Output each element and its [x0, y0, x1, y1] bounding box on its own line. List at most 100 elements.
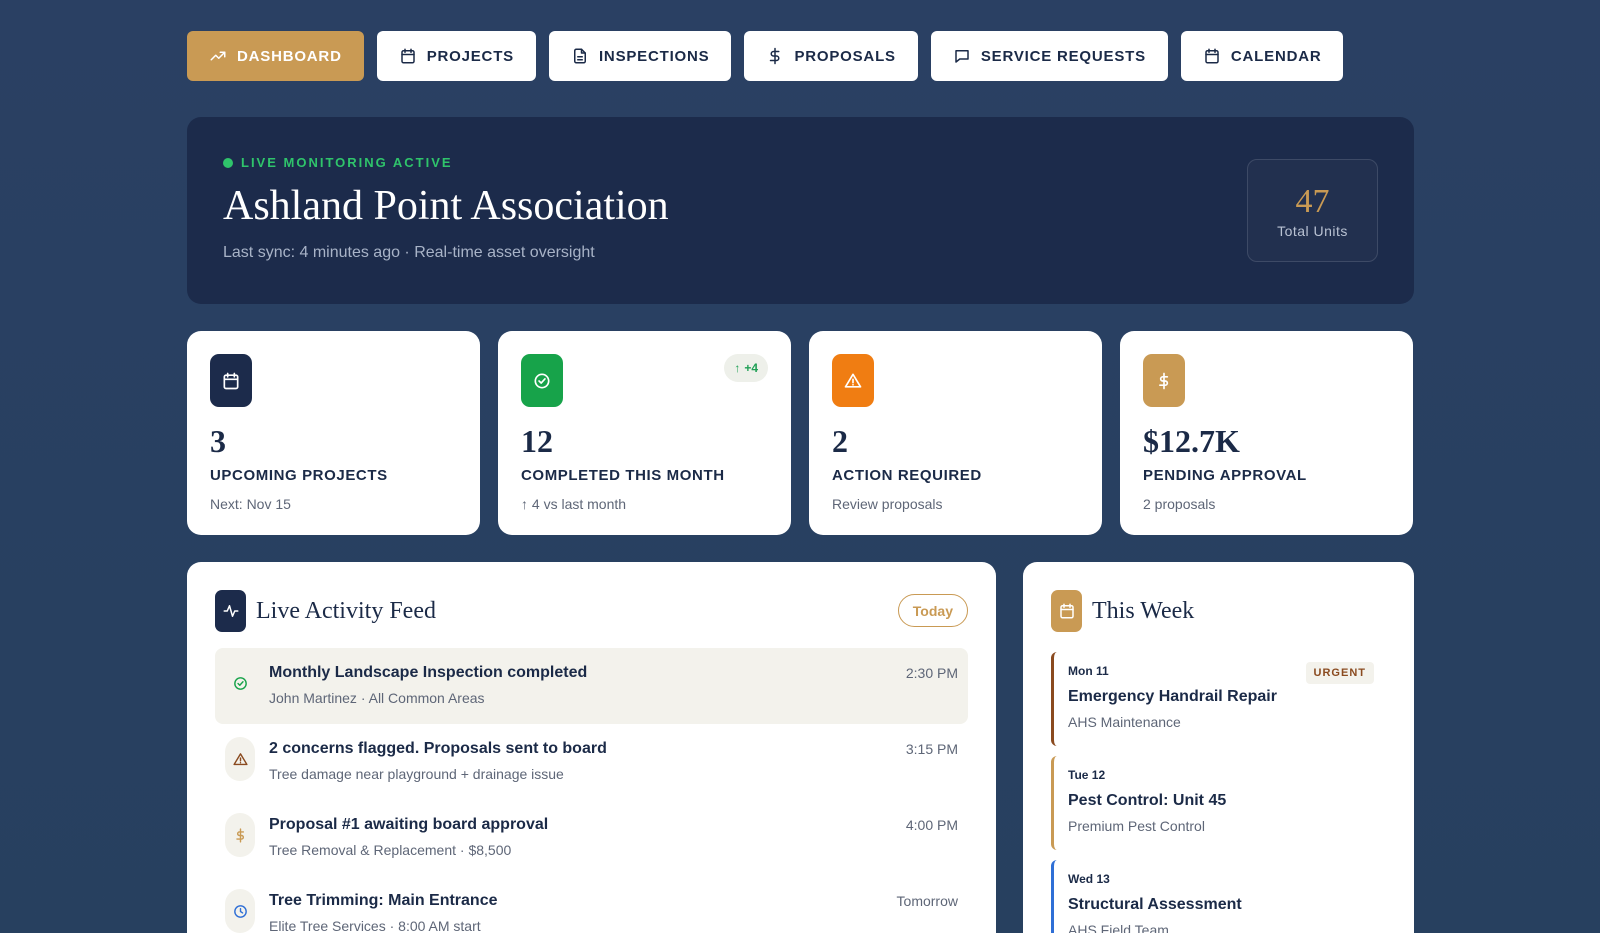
nav-calendar[interactable]: CALENDAR — [1180, 31, 1344, 81]
nav-label: PROPOSALS — [794, 47, 896, 65]
trending-up-icon — [210, 51, 226, 61]
check-circle-icon — [233, 676, 247, 690]
sync-status: Last sync: 4 minutes ago · Real-time ass… — [223, 244, 595, 261]
calendar-icon — [223, 372, 239, 389]
this-week-panel: This Week Mon 11 URGENT Emergency Handra… — [1023, 562, 1414, 933]
nav-inspections[interactable]: INSPECTIONS — [548, 31, 732, 81]
stat-value: 2 — [832, 423, 848, 459]
total-units-value: 47 — [1295, 182, 1330, 220]
feed-item[interactable]: Proposal #1 awaiting board approval Tree… — [215, 800, 968, 876]
panel-header: This Week — [1051, 590, 1386, 632]
feed-item[interactable]: Tree Trimming: Main Entrance Elite Tree … — [215, 876, 968, 933]
warning-icon — [844, 373, 862, 388]
feed-item-text: Proposal #1 awaiting board approval Tree… — [269, 816, 548, 858]
live-status: LIVE MONITORING ACTIVE — [223, 155, 1378, 170]
feed-item-sub: Tree damage near playground + drainage i… — [269, 766, 564, 782]
feed-item-icon — [225, 737, 255, 781]
feed-item-sub: Tree Removal & Replacement · $8,500 — [269, 842, 512, 858]
event-title: Emergency Handrail Repair — [1068, 688, 1277, 705]
week-event[interactable]: Mon 11 URGENT Emergency Handrail Repair … — [1051, 652, 1386, 746]
arrow-up-icon: ↑ — [734, 361, 741, 375]
check-circle-icon — [534, 373, 550, 388]
feed-item-time: 4:00 PM — [905, 817, 958, 833]
feed-item-sub: John Martinez · All Common Areas — [269, 690, 485, 706]
event-sub: Premium Pest Control — [1068, 818, 1205, 834]
week-events: Mon 11 URGENT Emergency Handrail Repair … — [1051, 652, 1386, 933]
nav-label: DASHBOARD — [237, 47, 342, 65]
feed-list: Monthly Landscape Inspection completed J… — [215, 648, 968, 933]
document-icon — [573, 48, 586, 64]
nav-label: PROJECTS — [426, 47, 514, 65]
feed-item-time: 3:15 PM — [905, 741, 958, 757]
nav-service-requests[interactable]: SERVICE REQUESTS — [930, 31, 1168, 81]
trend-badge: ↑ +4 — [724, 354, 768, 382]
stat-label: UPCOMING PROJECTS — [210, 467, 388, 484]
stat-value: 12 — [521, 423, 553, 459]
stat-sub: Next: Nov 15 — [210, 496, 291, 512]
panel-header: Live Activity Feed — [215, 590, 968, 632]
total-units-label: Total Units — [1277, 222, 1348, 239]
nav-label: INSPECTIONS — [598, 47, 710, 65]
feed-item[interactable]: Monthly Landscape Inspection completed J… — [215, 648, 968, 724]
top-nav: DASHBOARD PROJECTS INSPECTIONS PROPOSALS… — [187, 31, 1414, 81]
event-title: Structural Assessment — [1068, 896, 1242, 913]
event-day: Wed 13 — [1068, 872, 1110, 886]
nav-label: SERVICE REQUESTS — [980, 47, 1146, 65]
stat-label: COMPLETED THIS MONTH — [521, 467, 725, 484]
stat-label: PENDING APPROVAL — [1143, 467, 1307, 484]
pulse-icon — [223, 605, 238, 617]
calendar-icon — [1205, 48, 1219, 64]
calendar-icon — [1059, 603, 1074, 619]
feed-item-title: Proposal #1 awaiting board approval — [269, 816, 549, 833]
lower-section: Live Activity Feed Today Monthly Landsca… — [187, 562, 1414, 933]
stat-completed-this-month[interactable]: ↑ +4 12 COMPLETED THIS MONTH ↑ 4 vs last… — [498, 331, 791, 535]
feed-item-text: 2 concerns flagged. Proposals sent to bo… — [269, 740, 607, 782]
feed-item-time: Tomorrow — [896, 893, 958, 909]
nav-proposals[interactable]: PROPOSALS — [744, 31, 918, 81]
stat-action-required[interactable]: 2 ACTION REQUIRED Review proposals — [809, 331, 1102, 535]
page-title: Ashland Point Association — [223, 183, 669, 229]
feed-item-icon — [225, 661, 255, 705]
week-event[interactable]: Wed 13 Structural Assessment AHS Field T… — [1051, 860, 1386, 933]
panel-title: This Week — [1092, 597, 1195, 624]
stat-sub: Review proposals — [832, 496, 943, 512]
event-sub: AHS Maintenance — [1068, 714, 1181, 730]
dollar-icon — [235, 827, 244, 843]
message-icon — [955, 50, 969, 63]
feed-item[interactable]: 2 concerns flagged. Proposals sent to bo… — [215, 724, 968, 800]
total-units-card: 47 Total Units — [1247, 159, 1378, 262]
week-event[interactable]: Tue 12 Pest Control: Unit 45 Premium Pes… — [1051, 756, 1386, 850]
nav-projects[interactable]: PROJECTS — [376, 31, 536, 81]
feed-filter-button[interactable]: Today — [897, 594, 968, 627]
event-title: Pest Control: Unit 45 — [1068, 792, 1227, 809]
calendar-icon — [1051, 590, 1082, 632]
activity-feed-panel: Live Activity Feed Today Monthly Landsca… — [187, 562, 996, 933]
feed-item-title: 2 concerns flagged. Proposals sent to bo… — [269, 740, 607, 757]
event-sub: AHS Field Team — [1068, 922, 1169, 933]
stat-sub: 2 proposals — [1143, 496, 1216, 512]
urgent-badge: URGENT — [1305, 662, 1374, 684]
dollar-icon — [1159, 372, 1169, 389]
stat-pending-approval[interactable]: $12.7K PENDING APPROVAL 2 proposals — [1120, 331, 1413, 535]
stat-value: $12.7K — [1143, 423, 1240, 459]
stat-upcoming-projects[interactable]: 3 UPCOMING PROJECTS Next: Nov 15 — [187, 331, 480, 535]
feed-item-text: Tree Trimming: Main Entrance Elite Tree … — [269, 892, 498, 933]
feed-item-text: Monthly Landscape Inspection completed J… — [269, 664, 587, 706]
feed-item-title: Tree Trimming: Main Entrance — [269, 892, 498, 909]
stat-icon — [832, 354, 874, 407]
feed-item-sub: Elite Tree Services · 8:00 AM start — [269, 918, 481, 933]
activity-icon — [215, 590, 246, 632]
warning-icon — [232, 752, 248, 765]
stat-sub: ↑ 4 vs last month — [521, 496, 627, 512]
nav-dashboard[interactable]: DASHBOARD — [187, 31, 364, 81]
stat-icon — [521, 354, 563, 407]
panel-title: Live Activity Feed — [256, 597, 436, 624]
nav-label: CALENDAR — [1230, 47, 1322, 65]
feed-item-time: 2:30 PM — [905, 665, 958, 681]
event-day: Tue 12 — [1068, 768, 1106, 782]
hero-banner: LIVE MONITORING ACTIVE Ashland Point Ass… — [187, 117, 1414, 304]
live-status-text: LIVE MONITORING ACTIVE — [241, 155, 453, 170]
clock-icon — [233, 904, 247, 918]
stats-row: 3 UPCOMING PROJECTS Next: Nov 15 ↑ +4 12… — [187, 331, 1414, 535]
stat-value: 3 — [210, 423, 226, 459]
